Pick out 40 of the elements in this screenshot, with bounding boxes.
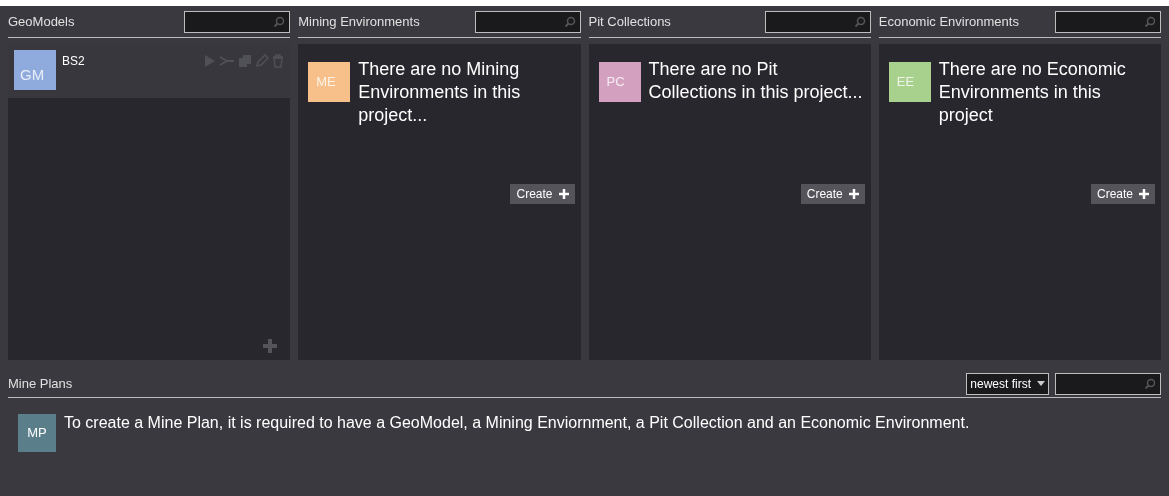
avatar-badge: ME xyxy=(308,62,351,102)
sort-dropdown[interactable]: newest first xyxy=(966,372,1049,395)
search-field[interactable] xyxy=(1055,10,1161,33)
arrow-icon[interactable] xyxy=(219,54,236,68)
search-field[interactable] xyxy=(474,10,581,33)
plus-icon xyxy=(558,189,569,199)
search-icon xyxy=(273,15,286,28)
avatar-badge: PC xyxy=(598,62,641,102)
avatar-badge: GM xyxy=(14,50,56,90)
search-field[interactable] xyxy=(1055,372,1161,395)
item-name: BS2 xyxy=(62,53,85,70)
create-button[interactable]: Create xyxy=(510,184,575,204)
search-icon xyxy=(1144,377,1156,390)
plus-icon xyxy=(848,189,859,199)
avatar-badge: EE xyxy=(888,62,931,102)
empty-message: There are no Pit Collections in this project... xyxy=(648,58,864,104)
panel-title: Pit Collections xyxy=(588,12,671,31)
avatar-badge: MP xyxy=(18,414,56,452)
add-icon[interactable] xyxy=(262,338,279,354)
panel-title: Mining Environments xyxy=(298,12,420,31)
list-item[interactable]: GM BS2 xyxy=(8,44,291,98)
create-button[interactable]: Create xyxy=(1090,184,1155,204)
caret-icon xyxy=(1037,380,1045,387)
panel-title: GeoModels xyxy=(8,12,75,31)
plus-icon xyxy=(1139,189,1149,199)
search-icon xyxy=(853,15,866,28)
search-icon xyxy=(563,15,576,28)
search-field[interactable] xyxy=(764,10,871,33)
search-field[interactable] xyxy=(184,10,291,33)
empty-message: There are no Economic Environments in this project xyxy=(938,58,1127,127)
search-icon xyxy=(1144,15,1156,28)
info-message: To create a Mine Plan, it is required to have a GeoModel, a Mining Enviornment, a Pit Collection and an Economic Environment. xyxy=(64,413,970,433)
trash-icon[interactable] xyxy=(272,54,285,68)
section-title: Mine Plans xyxy=(8,374,73,393)
empty-message: There are no Mining Environments in this project... xyxy=(358,58,522,127)
panel-title: Economic Environments xyxy=(878,12,1019,31)
pencil-icon[interactable] xyxy=(255,54,270,68)
create-button[interactable]: Create xyxy=(800,184,865,204)
play-icon[interactable] xyxy=(204,54,217,68)
copy-icon[interactable] xyxy=(238,54,253,68)
